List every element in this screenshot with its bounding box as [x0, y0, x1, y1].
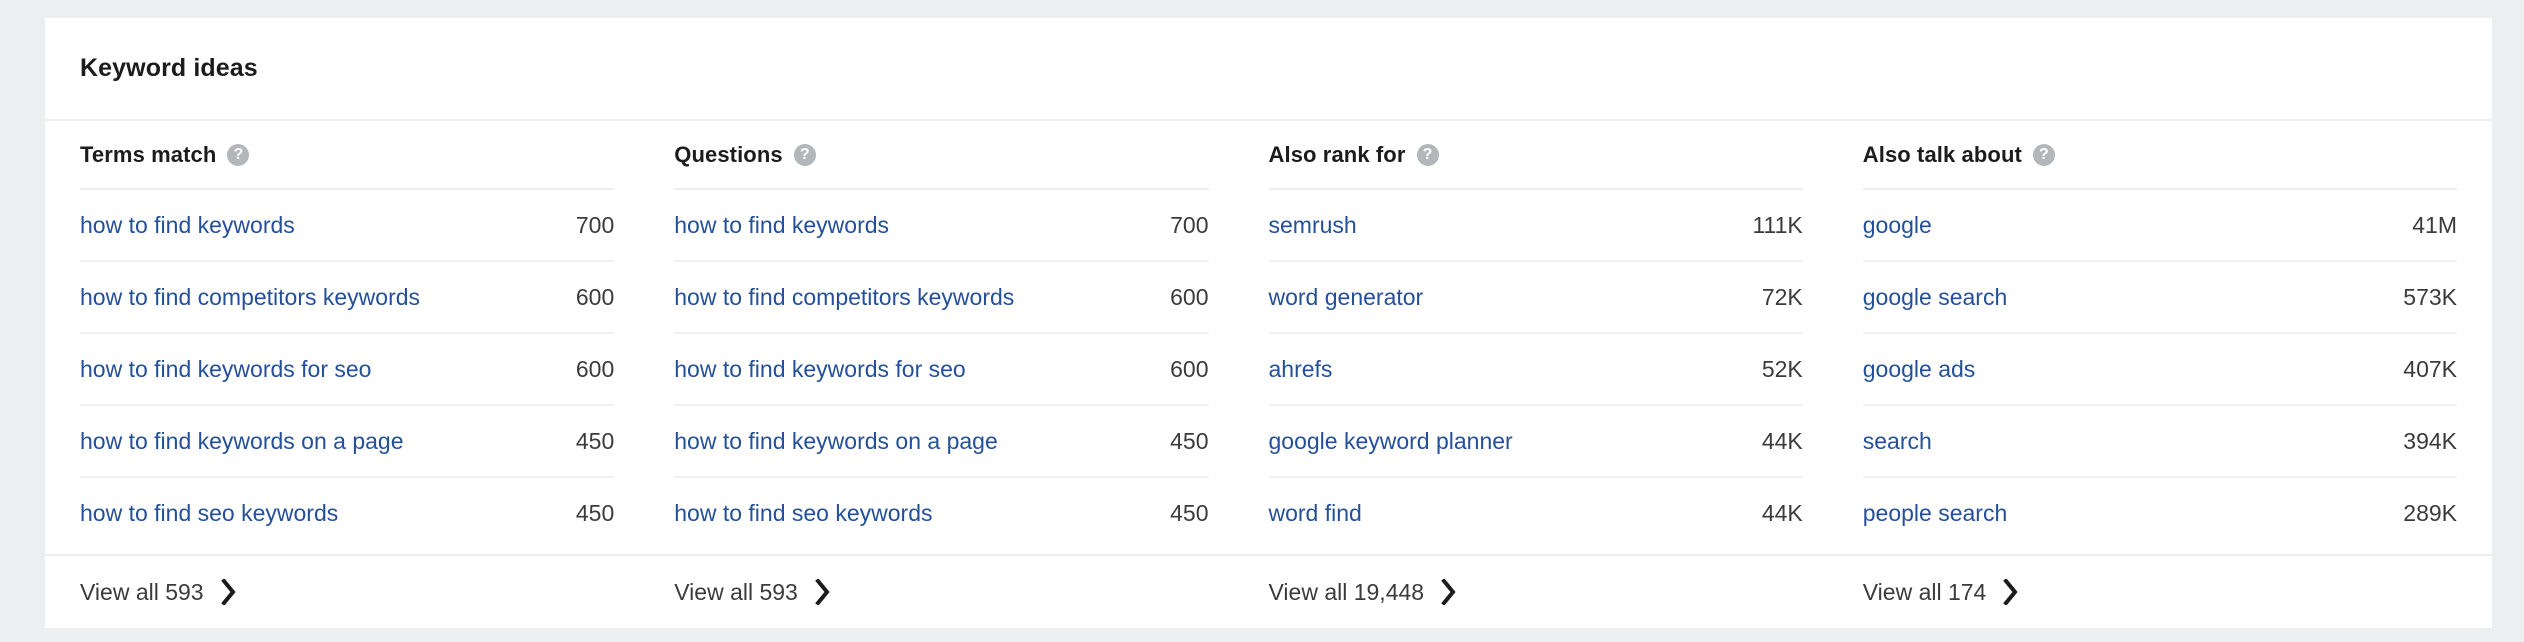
- keyword-ideas-card: Keyword ideas Terms match ? how to find …: [45, 18, 2492, 628]
- column-also-talk-about: Also talk about ? google 41M google sear…: [1862, 121, 2457, 554]
- table-row: people search 289K: [1863, 478, 2457, 548]
- help-circle-icon[interactable]: ?: [793, 143, 816, 166]
- table-row: how to find keywords on a page 450: [80, 406, 615, 478]
- column-rows: google 41M google search 573K google ads…: [1862, 188, 2457, 548]
- column-header-label: Also talk about: [1862, 141, 2022, 167]
- column-rows: semrush 111K word generator 72K ahrefs 5…: [1268, 188, 1803, 548]
- page-title: Keyword ideas: [80, 54, 258, 82]
- keyword-volume: 600: [575, 355, 615, 382]
- keyword-volume: 450: [575, 427, 615, 454]
- keyword-link[interactable]: how to find competitors keywords: [80, 284, 420, 311]
- keyword-link[interactable]: google keyword planner: [1269, 428, 1513, 455]
- keyword-volume: 44K: [1761, 499, 1803, 526]
- keyword-link[interactable]: google search: [1863, 284, 2008, 311]
- keyword-link[interactable]: how to find seo keywords: [80, 500, 338, 527]
- keyword-volume: 407K: [2403, 355, 2457, 382]
- keyword-volume: 72K: [1761, 283, 1803, 310]
- keyword-volume: 450: [1170, 427, 1209, 454]
- keyword-link[interactable]: how to find keywords on a page: [80, 428, 403, 455]
- keyword-link[interactable]: google: [1863, 212, 1932, 239]
- keyword-link[interactable]: word generator: [1269, 284, 1424, 311]
- table-row: google search 573K: [1862, 262, 2457, 334]
- view-all-label: View all 174: [1862, 578, 1987, 605]
- keyword-volume: 41M: [2412, 211, 2457, 238]
- keyword-volume: 450: [575, 499, 615, 526]
- table-row: semrush 111K: [1268, 190, 1803, 262]
- column-header: Questions ?: [674, 121, 1208, 188]
- column-header: Also rank for ?: [1269, 121, 1803, 188]
- table-row: how to find competitors keywords 600: [674, 262, 1209, 334]
- keyword-link[interactable]: word find: [1269, 500, 1362, 527]
- keyword-link[interactable]: semrush: [1269, 212, 1357, 239]
- keyword-volume: 52K: [1761, 355, 1803, 382]
- table-row: how to find keywords 700: [674, 190, 1209, 262]
- table-row: how to find competitors keywords 600: [80, 262, 615, 334]
- keyword-link[interactable]: people search: [1863, 500, 2008, 527]
- keyword-volume: 600: [1170, 283, 1209, 310]
- keyword-link[interactable]: how to find competitors keywords: [674, 284, 1014, 311]
- chevron-right-icon: [1441, 579, 1457, 605]
- column-terms-match: Terms match ? how to find keywords 700 h…: [80, 121, 674, 554]
- column-questions: Questions ? how to find keywords 700 how…: [674, 121, 1268, 554]
- keyword-volume: 600: [575, 283, 615, 310]
- table-row: word generator 72K: [1268, 262, 1803, 334]
- keyword-link[interactable]: google ads: [1863, 356, 1976, 383]
- keyword-link[interactable]: how to find keywords on a page: [674, 428, 997, 455]
- keyword-volume: 44K: [1761, 427, 1803, 454]
- table-row: how to find seo keywords 450: [80, 478, 614, 548]
- keyword-link[interactable]: how to find keywords: [80, 212, 295, 239]
- table-row: how to find keywords on a page 450: [674, 406, 1209, 478]
- view-all-label: View all 19,448: [1268, 578, 1425, 605]
- table-row: ahrefs 52K: [1268, 334, 1803, 406]
- view-all-label: View all 593: [674, 578, 798, 605]
- keyword-link[interactable]: search: [1863, 428, 1932, 455]
- keyword-volume: 700: [575, 211, 615, 238]
- keyword-volume: 111K: [1752, 211, 1803, 238]
- table-row: search 394K: [1862, 406, 2457, 478]
- chevron-right-icon: [2003, 579, 2019, 605]
- column-rows: how to find keywords 700 how to find com…: [80, 188, 615, 548]
- table-row: how to find keywords for seo 600: [674, 334, 1209, 406]
- column-header-label: Questions: [674, 141, 783, 167]
- keyword-link[interactable]: how to find keywords: [674, 212, 889, 239]
- view-all-also-talk-about-button[interactable]: View all 174: [1863, 556, 2457, 628]
- keyword-link[interactable]: how to find seo keywords: [674, 500, 932, 527]
- keyword-link[interactable]: how to find keywords for seo: [80, 356, 371, 383]
- table-row: google ads 407K: [1862, 334, 2457, 406]
- column-header-label: Terms match: [80, 141, 217, 167]
- column-header: Also talk about ?: [1863, 121, 2457, 188]
- table-row: google 41M: [1862, 190, 2457, 262]
- chevron-right-icon: [815, 579, 831, 605]
- keyword-volume: 450: [1170, 499, 1209, 526]
- view-all-terms-match-button[interactable]: View all 593: [80, 556, 674, 628]
- help-circle-icon[interactable]: ?: [227, 143, 250, 166]
- keyword-volume: 289K: [2403, 499, 2457, 526]
- help-circle-icon[interactable]: ?: [2032, 143, 2055, 166]
- keyword-volume: 394K: [2403, 427, 2457, 454]
- column-header: Terms match ?: [80, 121, 614, 188]
- table-row: google keyword planner 44K: [1268, 406, 1803, 478]
- table-row: word find 44K: [1269, 478, 1803, 548]
- card-header: Keyword ideas: [45, 18, 2492, 121]
- keyword-volume: 573K: [2403, 283, 2457, 310]
- table-row: how to find seo keywords 450: [674, 478, 1208, 548]
- keyword-link[interactable]: how to find keywords for seo: [674, 356, 965, 383]
- column-rows: how to find keywords 700 how to find com…: [674, 188, 1209, 548]
- keyword-volume: 600: [1170, 355, 1209, 382]
- column-also-rank-for: Also rank for ? semrush 111K word genera…: [1268, 121, 1863, 554]
- keyword-link[interactable]: ahrefs: [1269, 356, 1333, 383]
- chevron-right-icon: [220, 579, 237, 605]
- view-all-also-rank-for-button[interactable]: View all 19,448: [1269, 556, 1863, 628]
- table-row: how to find keywords for seo 600: [80, 334, 615, 406]
- view-all-label: View all 593: [80, 578, 204, 605]
- table-row: how to find keywords 700: [80, 190, 615, 262]
- column-header-label: Also rank for: [1268, 141, 1406, 167]
- keyword-volume: 700: [1170, 211, 1209, 238]
- card-footer: View all 593 View all 593 View all 19,44…: [45, 554, 2492, 628]
- keyword-columns: Terms match ? how to find keywords 700 h…: [45, 121, 2492, 554]
- view-all-questions-button[interactable]: View all 593: [674, 556, 1268, 628]
- help-circle-icon[interactable]: ?: [1416, 143, 1439, 166]
